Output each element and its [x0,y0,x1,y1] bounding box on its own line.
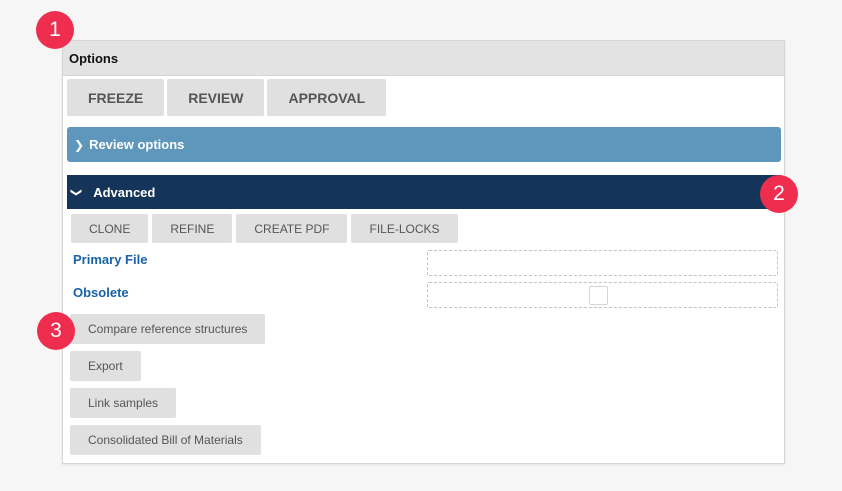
link-samples-button[interactable]: Link samples [70,388,177,418]
review-options-toggle[interactable]: ❯ Review options [67,127,781,162]
review-button[interactable]: REVIEW [167,79,265,116]
callout-badge-1: 1 [36,11,74,49]
chevron-right-icon: ❯ [74,137,85,152]
callout-badge-2: 2 [760,175,798,213]
advanced-label: Advanced [93,184,156,200]
file-locks-button[interactable]: FILE-LOCKS [351,214,458,243]
advanced-button-row: CLONE REFINE CREATE PDF FILE-LOCKS [71,214,458,243]
primary-file-field[interactable] [427,250,778,276]
top-button-row: FREEZE REVIEW APPROVAL [67,79,387,116]
approval-button[interactable]: APPROVAL [267,79,387,116]
obsolete-label: Obsolete [73,285,129,300]
create-pdf-button[interactable]: CREATE PDF [236,214,348,243]
callout-badge-3: 3 [37,312,75,350]
export-button[interactable]: Export [70,351,141,381]
compare-reference-structures-button[interactable]: Compare reference structures [70,314,266,344]
clone-button[interactable]: CLONE [71,214,149,243]
obsolete-checkbox[interactable] [589,286,608,305]
panel-title: Options [63,41,784,76]
primary-file-label: Primary File [73,252,148,267]
advanced-toggle[interactable]: ❯ Advanced [67,175,781,209]
options-panel: Options FREEZE REVIEW APPROVAL ❯ Review … [62,40,785,464]
refine-button[interactable]: REFINE [152,214,233,243]
consolidated-bill-of-materials-button[interactable]: Consolidated Bill of Materials [70,425,261,455]
obsolete-field [427,282,778,308]
review-options-label: Review options [89,137,185,152]
chevron-down-icon: ❯ [70,187,83,197]
freeze-button[interactable]: FREEZE [67,79,165,116]
